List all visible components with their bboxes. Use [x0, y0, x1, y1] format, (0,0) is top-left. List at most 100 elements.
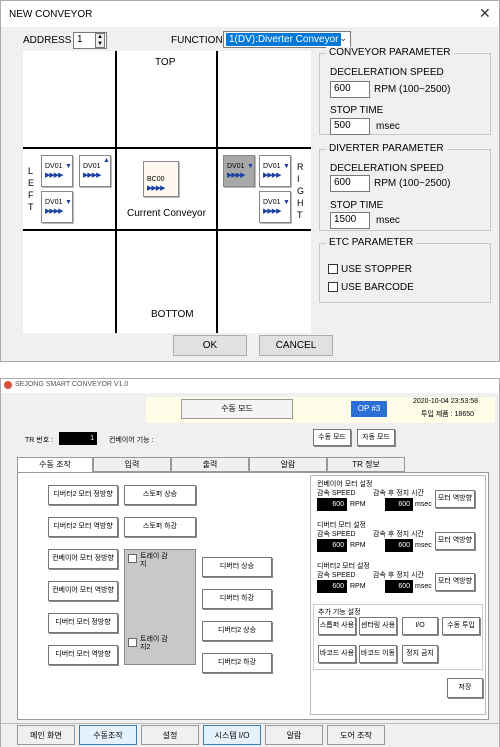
- app-titlebar: SEJONG SMART CONVEYOR V1.0: [1, 379, 499, 393]
- etc-parameter-title: ETC PARAMETER: [326, 237, 417, 248]
- diverter2-rpm-unit: RPM: [350, 583, 366, 590]
- right-bottom-unit[interactable]: DV01 ▶▶▶▶ ▼: [259, 191, 291, 223]
- diverter-stop-time-value[interactable]: 600: [385, 539, 413, 552]
- conveyor-stop-input[interactable]: 500: [330, 118, 370, 135]
- extra-functions-group: 추가 기능 설정 스톱퍼 사용 센터링 사용 I/O 수동 투입 바코드 사용 …: [313, 604, 483, 670]
- conveyor-parameter-title: CONVEYOR PARAMETER: [326, 47, 454, 58]
- conveyor-motor-reverse-setting-button[interactable]: 모터 역방향: [435, 490, 475, 508]
- conveyor-motor-reverse-button[interactable]: 컨베이어 모터 역방향: [48, 581, 118, 601]
- conveyor-decel-speed-label: 감속 SPEED: [317, 490, 356, 497]
- use-barcode-checkbox[interactable]: [328, 282, 338, 292]
- etc-parameter-group: ETC PARAMETER USE STOPPER USE BARCODE: [319, 237, 491, 303]
- conveyor-stop-time-label: 감속 후 정지 시간: [373, 490, 424, 497]
- conveyor-parameter-group: CONVEYOR PARAMETER DECELERATION SPEED 60…: [319, 47, 491, 135]
- use-barcode-label: USE BARCODE: [341, 282, 414, 293]
- diverter2-motor-reverse-setting-button[interactable]: 모터 역방향: [435, 573, 475, 591]
- tab-input[interactable]: 입력: [93, 457, 171, 472]
- mode-indicator: 수동 모드: [181, 399, 293, 419]
- save-button[interactable]: 저장: [447, 678, 483, 698]
- diverter-motor-reverse-button[interactable]: 디버터 모터 역방향: [48, 645, 118, 665]
- conveyor-decel-input[interactable]: 600: [330, 81, 370, 98]
- function-label: FUNCTION: [171, 35, 223, 46]
- use-stopper-button[interactable]: 스톱퍼 사용: [318, 617, 356, 635]
- diverter-decel-speed-value[interactable]: 600: [317, 539, 347, 552]
- diverter-parameter-group: DIVERTER PARAMETER DECELERATION SPEED 60…: [319, 143, 491, 231]
- left-diverter-unit[interactable]: DV01 ▶▶▶▶ ▼: [41, 155, 73, 187]
- diverter-down-button[interactable]: 디버터 하강: [202, 589, 272, 609]
- stopper-up-button[interactable]: 스토퍼 상승: [124, 485, 196, 505]
- conveyor-decel-speed-value[interactable]: 600: [317, 498, 347, 511]
- io-button[interactable]: I/O: [402, 617, 438, 635]
- dialog-titlebar: NEW CONVEYOR ✕: [1, 1, 499, 27]
- tab-output[interactable]: 출력: [171, 457, 249, 472]
- diverter-motor-forward-button[interactable]: 디버터 모터 정방향: [48, 613, 118, 633]
- diverter-rpm-unit: RPM: [350, 542, 366, 549]
- chevron-down-icon[interactable]: ⌄: [339, 33, 347, 44]
- diverter-stop-input[interactable]: 1500: [330, 212, 370, 229]
- use-centering-button[interactable]: 센터링 사용: [359, 617, 397, 635]
- diverter2-down-button[interactable]: 디버터2 하강: [202, 653, 272, 673]
- right-diverter-unit-selected[interactable]: DV01 ▶▶▶▶ ▼: [223, 155, 255, 187]
- current-conveyor-unit[interactable]: BC00 ▶▶▶▶: [143, 161, 179, 197]
- tab-manual-operation[interactable]: 수동 조작: [17, 457, 93, 473]
- diverter-msec-unit: msec: [415, 542, 432, 549]
- diverter2-stop-time-value[interactable]: 600: [385, 580, 413, 593]
- tab-alarm[interactable]: 알람: [249, 457, 327, 472]
- current-conveyor-label: Current Conveyor: [127, 208, 206, 219]
- auto-mode-button[interactable]: 자동 모드: [357, 429, 395, 446]
- nav-alarm[interactable]: 알람: [265, 725, 323, 745]
- function-select[interactable]: 1(DV):Diverter Conveyor ⌄: [223, 31, 351, 48]
- diverter2-motor-forward-button[interactable]: 디버터2 모터 정방향: [48, 485, 118, 505]
- diverter-up-button[interactable]: 디버터 상승: [202, 557, 272, 577]
- stop-prohibit-button[interactable]: 정지 금지: [402, 645, 438, 663]
- cancel-button[interactable]: CANCEL: [259, 335, 333, 356]
- diverter2-decel-speed-value[interactable]: 600: [317, 580, 347, 593]
- dialog-title: NEW CONVEYOR: [9, 9, 93, 20]
- sensor-panel: 트레이 감지 트레이 감지2: [124, 549, 196, 665]
- nav-settings[interactable]: 설정: [141, 725, 199, 745]
- diverter2-stop-time-label: 감속 후 정지 시간: [373, 572, 424, 579]
- conveyor-msec-label: msec: [376, 121, 400, 132]
- use-stopper-checkbox[interactable]: [328, 264, 338, 274]
- barcode-move-button[interactable]: 바코드 이동: [359, 645, 397, 663]
- nav-system-io[interactable]: 시스템 I/O: [203, 725, 261, 745]
- diverter2-decel-speed-label: 감속 SPEED: [317, 572, 356, 579]
- new-conveyor-dialog: NEW CONVEYOR ✕ ADDRESS 1 ▲ ▼ FUNCTION 1(D…: [0, 0, 500, 362]
- right-conveyor-unit[interactable]: DV01 ▶▶▶▶ ▼: [259, 155, 291, 187]
- conveyor-motor-forward-button[interactable]: 컨베이어 모터 정방향: [48, 549, 118, 569]
- conveyor-msec-unit: msec: [415, 501, 432, 508]
- diverter2-motor-reverse-button[interactable]: 디버터2 모터 역방향: [48, 517, 118, 537]
- address-value: 1: [77, 34, 83, 45]
- nav-manual-operation[interactable]: 수동조작: [79, 725, 137, 745]
- diverter2-up-button[interactable]: 디버터2 상승: [202, 621, 272, 641]
- manual-mode-button[interactable]: 수동 모드: [313, 429, 351, 446]
- diverter-decel-input[interactable]: 600: [330, 175, 370, 192]
- conveyor-rpm-label: RPM (100~2500): [374, 84, 451, 95]
- stopper-down-button[interactable]: 스토퍼 하강: [124, 517, 196, 537]
- conveyor-stop-time-value[interactable]: 600: [385, 498, 413, 511]
- left-bottom-unit[interactable]: DV01 ▶▶▶▶ ▼: [41, 191, 73, 223]
- nav-door-operation[interactable]: 도어 조작: [327, 725, 385, 745]
- app-title: SEJONG SMART CONVEYOR V1.0: [15, 381, 129, 388]
- top-label: TOP: [155, 57, 176, 68]
- tab-tr-info[interactable]: TR 정보: [327, 457, 405, 472]
- left-conveyor-unit[interactable]: DV01 ▶▶▶▶ ▲: [79, 155, 111, 187]
- diverter-rpm-label: RPM (100~2500): [374, 178, 451, 189]
- address-spinner[interactable]: ▲ ▼: [95, 33, 105, 48]
- close-icon[interactable]: ✕: [479, 5, 491, 22]
- conveyor-diagram: TOP BOTTOM LEFT RIGHT DV01 ▶▶▶▶ ▼ DV01 ▶…: [23, 51, 311, 333]
- tr-value: 1: [59, 432, 97, 445]
- tray-sensor-label: 트레이 감지: [140, 553, 168, 568]
- tray-sensor-indicator: [128, 554, 137, 563]
- manual-input-button[interactable]: 수동 투입: [442, 617, 480, 635]
- ok-button[interactable]: OK: [173, 335, 247, 356]
- use-barcode-button[interactable]: 바코드 사용: [318, 645, 356, 663]
- input-count: 투입 제품 : 18650: [421, 411, 475, 418]
- nav-main-screen[interactable]: 메인 화면: [17, 725, 75, 745]
- tray-sensor2-indicator: [128, 638, 137, 647]
- diagram-divider-top: [23, 147, 311, 149]
- manual-operation-panel: 디버터2 모터 정방향 디버터2 모터 역방향 컨베이어 모터 정방향 컨베이어…: [17, 472, 489, 720]
- diverter-motor-reverse-setting-button[interactable]: 모터 역방향: [435, 532, 475, 550]
- datetime: 2020-10-04 23:53:58: [413, 398, 478, 405]
- conveyor-stop-label: STOP TIME: [330, 105, 384, 116]
